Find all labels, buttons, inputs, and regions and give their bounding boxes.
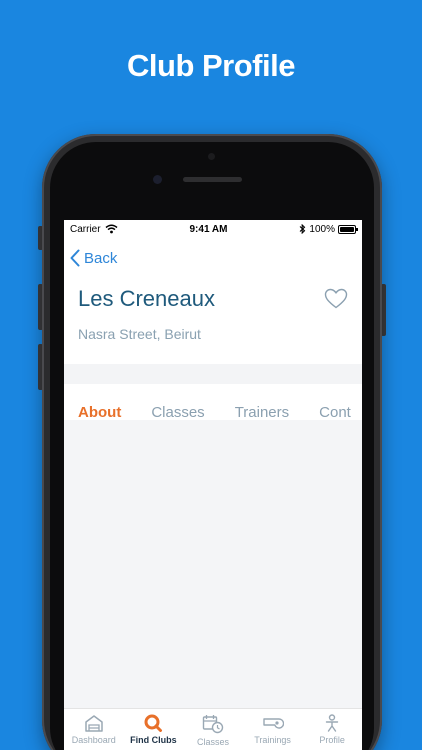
section-divider	[64, 364, 362, 384]
whistle-icon	[262, 718, 284, 729]
tabbar-trainings-label: Trainings	[254, 735, 291, 745]
tabbar-profile[interactable]: Profile	[302, 714, 362, 745]
heart-icon	[324, 288, 348, 309]
earpiece-speaker	[183, 177, 242, 182]
person-icon	[325, 714, 339, 732]
nav-bar: Back	[64, 238, 362, 278]
status-time: 9:41 AM	[189, 223, 228, 235]
favorite-button[interactable]	[324, 288, 348, 314]
tabbar-find-clubs-label: Find Clubs	[130, 735, 177, 745]
tabbar-classes-label: Classes	[196, 737, 229, 747]
tabbar-find-clubs[interactable]: Find Clubs	[124, 714, 184, 745]
calendar-clock-icon	[202, 715, 224, 734]
tabbar-profile-label: Profile	[319, 735, 345, 745]
back-button[interactable]: Back	[70, 249, 117, 267]
battery-percent: 100%	[309, 223, 335, 235]
tabbar-trainings[interactable]: Trainings	[243, 714, 303, 745]
home-icon	[85, 715, 103, 732]
club-address: Nasra Street, Beirut	[78, 326, 201, 342]
tabbar-dashboard[interactable]: Dashboard	[64, 714, 124, 745]
tabbar-dashboard-label: Dashboard	[71, 735, 116, 745]
battery-icon	[338, 224, 358, 234]
front-camera	[153, 175, 162, 184]
carrier-label: Carrier	[70, 223, 101, 235]
page-headline: Club Profile	[127, 48, 295, 83]
tabbar-classes[interactable]: Classes	[183, 714, 243, 747]
back-label: Back	[84, 249, 118, 267]
status-bar: Carrier 9:41 AM 100%	[64, 220, 362, 238]
chevron-left-icon	[70, 249, 80, 267]
search-icon	[144, 714, 163, 732]
app-screen: Carrier 9:41 AM 100% Back Les Creneaux N…	[64, 220, 362, 750]
wifi-icon	[105, 224, 118, 234]
bottom-tab-bar: Dashboard Find Clubs Classes Trainings P…	[64, 708, 362, 750]
bluetooth-icon	[300, 224, 306, 234]
club-header: Les Creneaux Nasra Street, Beirut	[64, 278, 362, 364]
club-name: Les Creneaux	[78, 286, 215, 311]
sensor-dot	[208, 153, 215, 160]
tab-content-area	[64, 420, 362, 708]
